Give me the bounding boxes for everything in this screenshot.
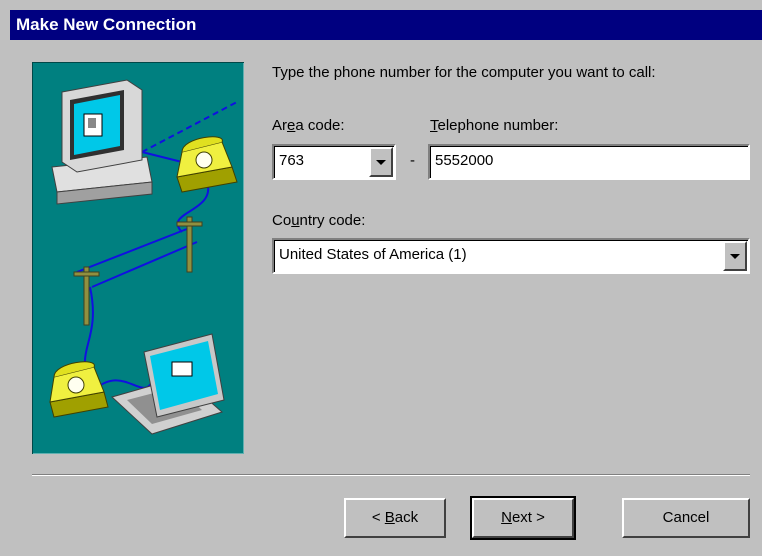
next-button[interactable]: Next > [470,496,576,540]
chevron-down-icon [730,254,740,259]
phone-separator: - [410,152,415,169]
telephone-icon [49,361,109,418]
area-code-dropdown-button[interactable] [369,147,393,177]
telephone-number-value: 5552000 [435,152,494,169]
telephone-number-input[interactable]: 5552000 [428,144,750,180]
button-separator [32,474,750,476]
country-code-combobox[interactable]: United States of America (1) [272,238,750,274]
cancel-button[interactable]: Cancel [622,498,750,538]
telephone-icon [176,136,238,193]
chevron-down-icon [376,160,386,165]
area-code-value: 763 [279,152,305,169]
desktop-computer-icon [51,79,153,205]
back-button[interactable]: < Back [344,498,446,538]
instruction-text: Type the phone number for the computer y… [272,64,656,81]
area-code-label: Area code: [272,117,345,134]
title-bar: Make New Connection [10,10,762,40]
country-code-dropdown-button[interactable] [723,241,747,271]
area-code-combobox[interactable]: 763 [272,144,396,180]
country-code-label: Country code: [272,212,366,229]
country-code-value: United States of America (1) [279,246,467,263]
telephone-number-label: Telephone number: [430,117,559,134]
connection-illustration [32,62,244,454]
